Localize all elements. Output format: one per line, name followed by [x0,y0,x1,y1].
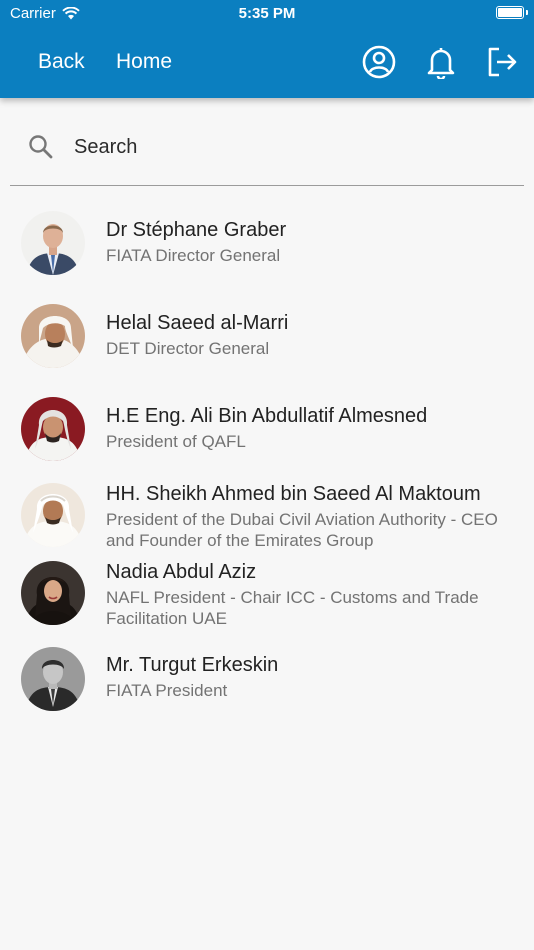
speaker-name: Dr Stéphane Graber [106,219,287,241]
profile-button[interactable] [361,44,397,80]
app-header: Carrier 5:35 PM Back Home [0,0,534,98]
back-button[interactable]: Back [38,50,85,74]
speaker-name: Mr. Turgut Erkeskin [106,654,279,676]
logout-button[interactable] [484,44,520,80]
battery-icon [496,6,524,19]
logout-icon [488,47,517,77]
search-icon [29,135,53,159]
notifications-button[interactable] [423,44,459,80]
avatar [21,647,85,711]
status-bar: Carrier 5:35 PM [0,0,534,28]
speaker-info: Nadia Abdul Aziz NAFL President - Chair … [106,560,526,629]
battery-tip [526,10,528,15]
avatar [21,561,85,625]
speaker-title: DET Director General [106,339,270,358]
clock: 5:35 PM [238,5,296,22]
avatar [21,211,85,275]
speaker-info: Helal Saeed al-Marri DET Director Genera… [106,311,526,359]
speaker-info: Mr. Turgut Erkeskin FIATA President [106,653,526,701]
speaker-info: H.E Eng. Ali Bin Abdullatif Almesned Pre… [106,404,526,452]
speaker-info: HH. Sheikh Ahmed bin Saeed Al Maktoum Pr… [106,482,526,551]
search-bar[interactable] [10,120,524,186]
home-button[interactable]: Home [116,50,172,74]
speaker-name: H.E Eng. Ali Bin Abdullatif Almesned [106,405,428,427]
search-input[interactable] [72,130,506,164]
avatar [21,483,85,547]
avatar [21,304,85,368]
speaker-title: President of QAFL [106,432,246,451]
speaker-name: HH. Sheikh Ahmed bin Saeed Al Maktoum [106,483,481,505]
speaker-name: Nadia Abdul Aziz [106,561,257,583]
speaker-name: Helal Saeed al-Marri [106,312,289,334]
speaker-info: Dr Stéphane Graber FIATA Director Genera… [106,218,526,266]
avatar [21,397,85,461]
speaker-title: FIATA President [106,681,228,700]
speaker-title: NAFL President - Chair ICC - Customs and… [106,588,479,628]
profile-icon [362,45,396,79]
speaker-title: President of the Dubai Civil Aviation Au… [106,510,498,550]
speaker-title: FIATA Director General [106,246,281,265]
bell-icon [427,48,455,79]
